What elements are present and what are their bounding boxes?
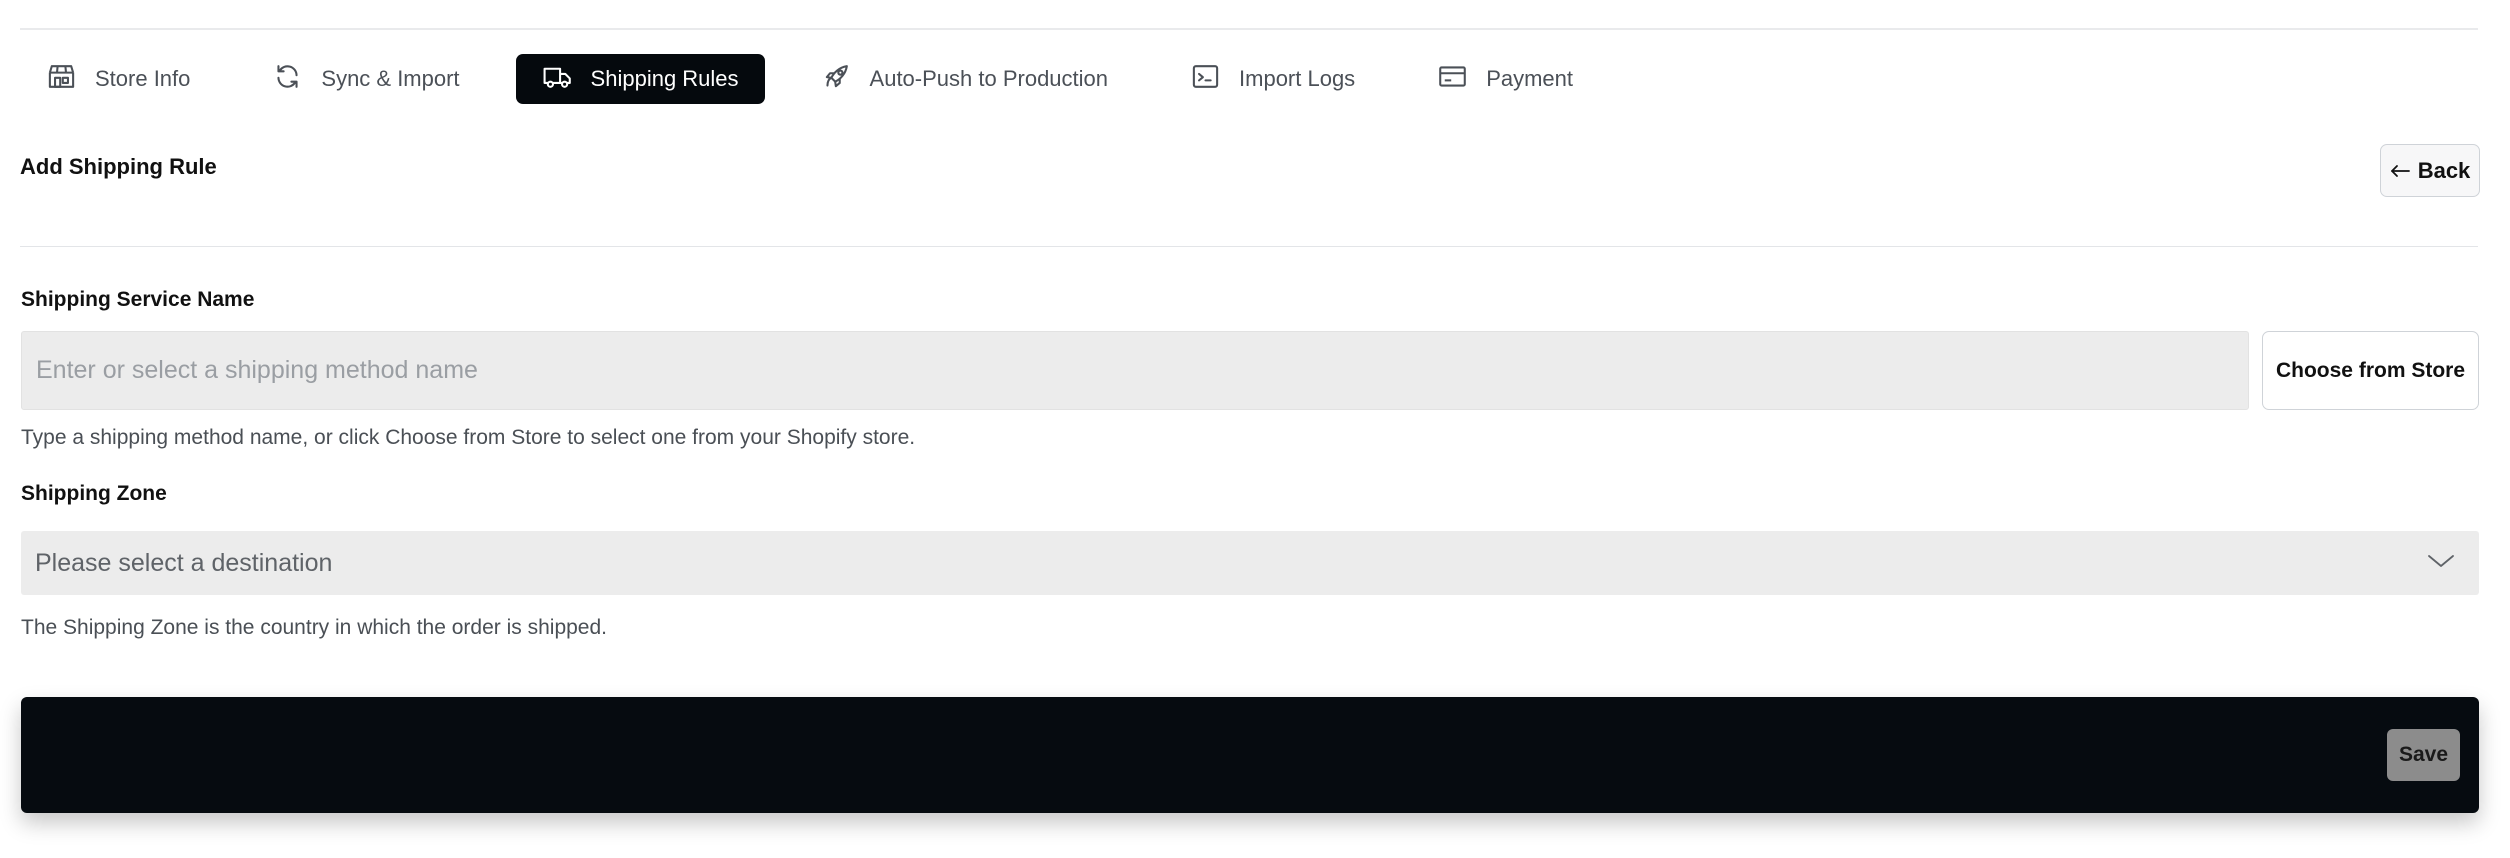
tab-label: Auto-Push to Production: [869, 66, 1109, 91]
tab-store-info[interactable]: Store Info: [20, 54, 216, 104]
shipping-service-input[interactable]: [21, 331, 2249, 410]
tab-label: Sync & Import: [321, 66, 460, 91]
tab-sync-import[interactable]: Sync & Import: [246, 54, 485, 104]
tab-auto-push[interactable]: Auto-Push to Production: [795, 54, 1134, 104]
page-header: Add Shipping Rule Back: [20, 142, 2480, 197]
tab-payment[interactable]: Payment: [1411, 54, 1599, 104]
credit-card-icon: [1437, 61, 1486, 98]
back-label: Back: [2417, 157, 2471, 183]
shipping-zone-label: Shipping Zone: [21, 482, 167, 505]
shipping-zone-select[interactable]: Please select a destination: [21, 531, 2479, 595]
tab-import-logs[interactable]: Import Logs: [1164, 54, 1381, 104]
shipping-zone-help: The Shipping Zone is the country in whic…: [21, 616, 608, 639]
save-button[interactable]: Save: [2387, 729, 2460, 781]
top-divider: [20, 28, 2478, 30]
store-icon: [46, 61, 95, 98]
tab-label: Payment: [1486, 66, 1574, 91]
section-divider: [20, 246, 2478, 247]
refresh-icon: [272, 61, 321, 98]
tab-label: Shipping Rules: [590, 66, 739, 91]
terminal-icon: [1190, 61, 1239, 98]
shipping-zone-value: Please select a destination: [35, 548, 333, 577]
settings-tabs: Store Info Sync & Import Shipping Rules …: [20, 54, 1629, 104]
save-bar: Save: [21, 697, 2479, 813]
tab-shipping-rules[interactable]: Shipping Rules: [515, 54, 765, 104]
shipping-service-help: Type a shipping method name, or click Ch…: [21, 426, 916, 449]
choose-from-store-button[interactable]: Choose from Store: [2262, 331, 2479, 410]
truck-icon: [542, 61, 591, 98]
shipping-service-label: Shipping Service Name: [21, 288, 255, 311]
tab-label: Import Logs: [1239, 66, 1356, 91]
chevron-down-icon: [2427, 553, 2465, 574]
back-button[interactable]: Back: [2380, 144, 2480, 197]
page-title: Add Shipping Rule: [20, 154, 217, 179]
tab-label: Store Info: [95, 66, 191, 91]
arrow-left-icon: [2390, 158, 2410, 184]
rocket-icon: [821, 61, 870, 98]
